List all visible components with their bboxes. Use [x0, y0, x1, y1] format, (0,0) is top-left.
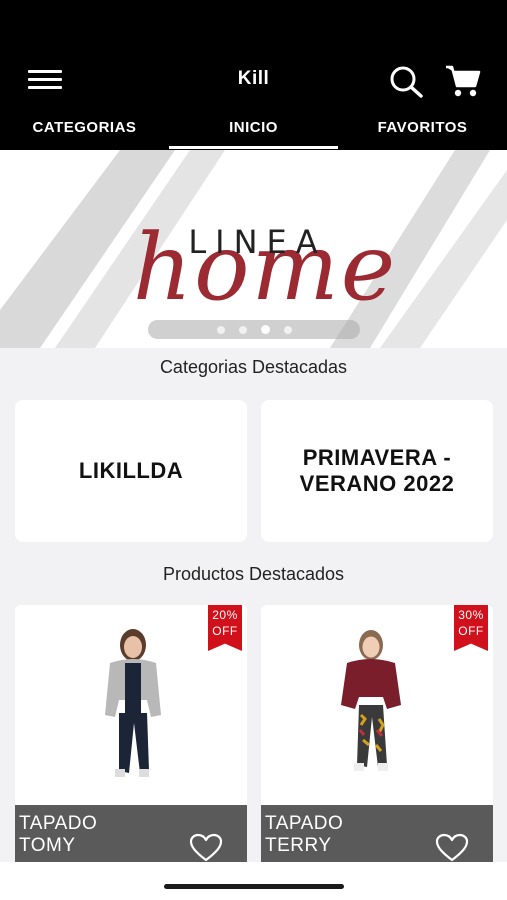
- tab-categorias[interactable]: CATEGORIAS: [0, 110, 169, 150]
- home-indicator[interactable]: [164, 884, 344, 889]
- product-card-tomy[interactable]: 20% OFF TAPADO TOMY: [15, 605, 247, 865]
- pager-dot-active[interactable]: [260, 325, 270, 334]
- cart-icon[interactable]: [444, 63, 482, 99]
- bottom-safe-area: [0, 862, 507, 900]
- product-name: TAPADO TERRY: [265, 813, 343, 857]
- top-tabs: CATEGORIAS INICIO FAVORITOS: [0, 110, 507, 150]
- banner-linea-text: LINEA: [188, 223, 327, 261]
- products-section-title: Productos Destacados: [162, 564, 345, 584]
- category-label: LIKILLDA: [78, 458, 184, 484]
- product-name-line2: TERRY: [265, 835, 332, 856]
- product-footer: TAPADO TERRY: [261, 805, 493, 865]
- product-card-terry[interactable]: 30% OFF TAPADO TERRY: [261, 605, 493, 865]
- app-title: Kill: [237, 68, 270, 89]
- favorite-heart-icon[interactable]: [435, 833, 469, 863]
- discount-percent: 20%: [212, 608, 238, 622]
- discount-label: OFF: [458, 624, 484, 638]
- product-name-line1: TAPADO: [19, 813, 98, 834]
- category-label: PRIMAVERA - VERANO 2022: [299, 445, 455, 496]
- favorite-heart-icon[interactable]: [189, 833, 223, 863]
- tab-inicio[interactable]: INICIO: [169, 110, 338, 150]
- banner-pager: [148, 320, 360, 339]
- pager-dot[interactable]: [238, 325, 247, 334]
- top-app-bar: Kill CATEGORIAS INICIO FAVORITOS: [0, 0, 507, 150]
- product-name-line1: TAPADO: [265, 813, 344, 834]
- discount-label: OFF: [212, 624, 238, 638]
- pager-dot[interactable]: [283, 325, 292, 334]
- category-card-primavera[interactable]: PRIMAVERA - VERANO 2022: [261, 400, 493, 542]
- promo-banner[interactable]: home LINEA: [0, 150, 507, 348]
- categories-section-title: Categorias Destacadas: [159, 357, 348, 377]
- category-card-likillda[interactable]: LIKILLDA: [15, 400, 247, 542]
- search-icon[interactable]: [388, 65, 424, 99]
- product-footer: TAPADO TOMY: [15, 805, 247, 865]
- product-name-line2: TOMY: [19, 835, 76, 856]
- discount-percent: 30%: [458, 608, 484, 622]
- product-name: TAPADO TOMY: [19, 813, 97, 857]
- pager-dot[interactable]: [216, 325, 225, 334]
- tab-favoritos[interactable]: FAVORITOS: [338, 110, 507, 150]
